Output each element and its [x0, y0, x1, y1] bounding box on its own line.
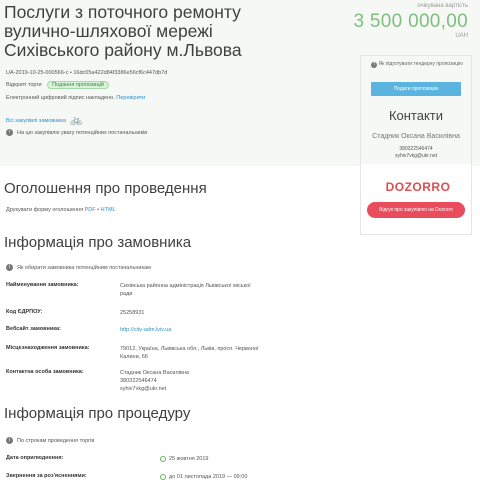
tender-id: UA-2019-10-25-000566-c [6, 70, 69, 76]
side-card: i Як підготувати тендерну пропозицію Под… [360, 55, 472, 235]
tender-id-line: UA-2019-10-25-000566-c • 16dc05a422d84f3… [6, 70, 167, 76]
submit-proposal-button[interactable]: Подати пропозицію [371, 82, 461, 96]
customer-note[interactable]: На цю закупівлю увагу потенційних постач… [17, 130, 147, 136]
contacts-title: Контакти [388, 108, 444, 123]
notice-title: Оголошення про проведення [4, 180, 207, 197]
how-to-prepare-note[interactable]: i Як підготувати тендерну пропозицію [369, 61, 465, 68]
contact-person-label: Контактна особа замовника: [6, 369, 84, 375]
contact-name: Стадник Оксана Василівна [372, 133, 460, 140]
procedure-line: Відкриті торги Подання пропозицій [6, 81, 109, 89]
customer-info-title: Інформація про замовника [4, 234, 192, 251]
dozorro-feedback-button[interactable]: Відгук про закупівлю на Dozorro [367, 202, 465, 218]
customer-name-value: Сихівська районна адміністрація Львівськ… [120, 283, 251, 297]
procedure-note[interactable]: По строкам проведення торгів [17, 438, 94, 444]
customer-name-label: Найменування замовника: [6, 282, 79, 288]
publish-date-value: 25 жовтня 2019 [160, 455, 300, 463]
signature-line: Електронний цифровий підпис накладено. П… [6, 95, 145, 101]
website-label: Вебсайт замовника: [6, 326, 61, 332]
info-icon: i [6, 437, 13, 444]
expected-price: 3 500 000,00 [353, 11, 468, 32]
clock-icon [160, 455, 166, 462]
all-purchases-row: Всі закупівлі замовника 🚲 [6, 115, 82, 126]
price-currency: UAH [455, 33, 468, 39]
customer-note-row: i На цю закупівлю увагу потенційних пост… [6, 129, 147, 136]
info-icon: i [6, 264, 13, 271]
print-form-line: Друкувати форму оголошення PDF • HTML [6, 207, 116, 213]
website-link[interactable]: http://city-adm.lviv.ua [120, 326, 260, 334]
procedure-type: Відкриті торги [6, 82, 42, 88]
all-purchases-link[interactable]: Всі закупівлі замовника [6, 118, 66, 124]
print-html-link[interactable]: HTML [101, 207, 116, 213]
contact-phone: 380322546474 [399, 146, 433, 152]
customer-choose-note[interactable]: Як обирати замовника потенційним постача… [17, 265, 151, 271]
page-title: Послуги з поточного ремонту вулично-шлях… [4, 2, 242, 60]
location-value: 79012, Україна, Львівська обл., Львів, п… [120, 346, 259, 360]
status-badge: Подання пропозицій [47, 81, 109, 89]
bicycle-icon: 🚲 [69, 115, 83, 126]
location-label: Місцезнаходження замовника: [6, 345, 90, 351]
procedure-info-title: Інформація про процедуру [4, 405, 191, 422]
edrpou-value: 25258931 [120, 310, 145, 316]
clock-icon [160, 473, 166, 480]
procedure-note-row: i По строкам проведення торгів [6, 437, 94, 444]
clarification-value: до 01 листопада 2019 — 09:00 [160, 473, 300, 481]
tender-hash: • 16dc05a422d84f3386e56cf6c447db7d [69, 70, 168, 76]
info-icon: i [371, 61, 378, 68]
contact-person-value: Стадник Оксана Василівна 380322546474 sy… [120, 370, 189, 392]
publish-date-label: Дата оприлюднення: [6, 455, 64, 461]
dozorro-logo: DOZORRO [385, 180, 451, 194]
customer-choose-note-row: i Як обирати замовника потенційним поста… [6, 264, 151, 271]
edrpou-label: Код ЄДРПОУ: [6, 309, 43, 315]
price-caption: очікувана вартість [417, 3, 468, 9]
print-pdf-link[interactable]: PDF [85, 207, 96, 213]
info-icon: i [6, 129, 13, 136]
verify-signature-link[interactable]: Перевірити [116, 95, 145, 101]
clarification-label: Звернення за роз'ясненнями: [6, 473, 87, 479]
contact-email: syhiv7vkg@ukr.net [394, 153, 438, 159]
signature-text: Електронний цифровий підпис накладено. [6, 95, 115, 101]
